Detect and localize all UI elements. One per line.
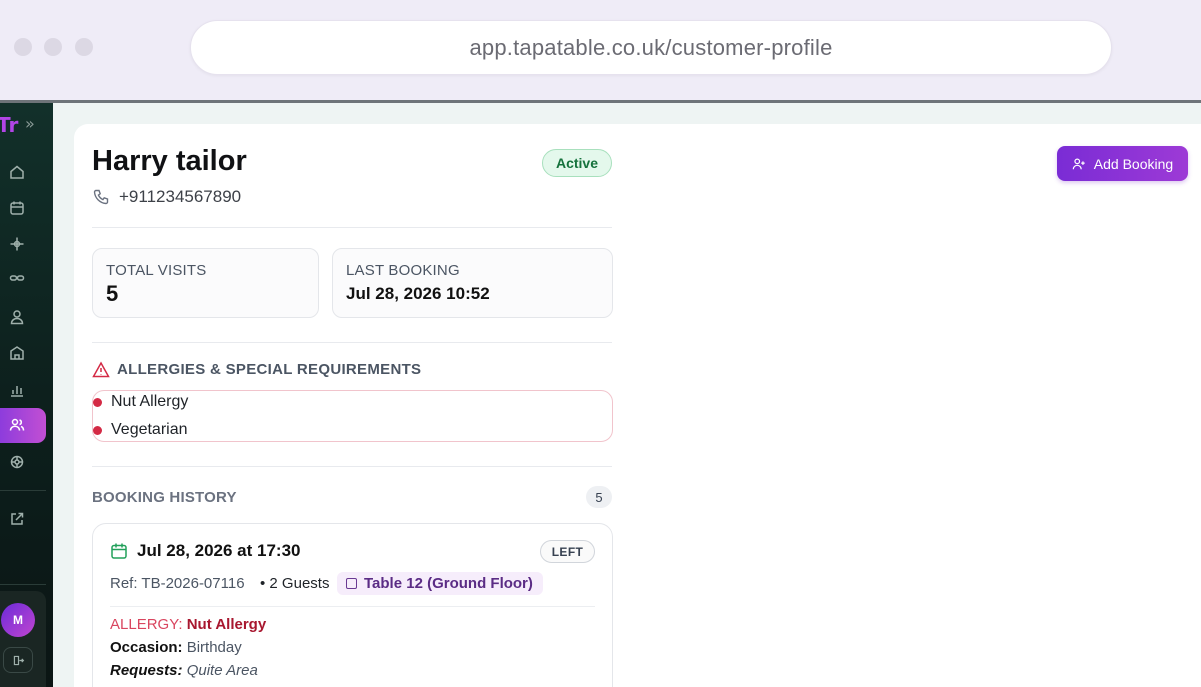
last-booking-card: LAST BOOKING Jul 28, 2026 10:52 bbox=[332, 248, 613, 318]
window-maximize-dot[interactable] bbox=[75, 38, 93, 56]
total-visits-card: TOTAL VISITS 5 bbox=[92, 248, 319, 318]
address-bar[interactable]: app.tapatable.co.uk/customer-profile bbox=[190, 20, 1112, 75]
sidebar-divider bbox=[0, 584, 46, 585]
status-badge: Active bbox=[542, 149, 612, 177]
home-icon[interactable] bbox=[8, 163, 26, 181]
booking-requests-value: Quite Area bbox=[186, 662, 258, 679]
divider bbox=[110, 606, 595, 607]
allergy-item-label: Vegetarian bbox=[111, 421, 188, 438]
browser-chrome: app.tapatable.co.uk/customer-profile bbox=[0, 0, 1201, 101]
allergies-title: ALLERGIES & SPECIAL REQUIREMENTS bbox=[117, 361, 422, 378]
expand-sidebar-icon[interactable]: » bbox=[25, 114, 35, 133]
customer-phone: +911234567890 bbox=[119, 187, 242, 206]
last-booking-label: LAST BOOKING bbox=[346, 262, 460, 279]
external-link-icon[interactable] bbox=[8, 510, 26, 528]
booking-requests-label: Requests: bbox=[110, 662, 183, 679]
url-text: app.tapatable.co.uk/customer-profile bbox=[469, 34, 833, 60]
add-user-icon bbox=[1072, 157, 1085, 169]
divider bbox=[92, 342, 612, 343]
booking-date: Jul 28, 2026 at 17:30 bbox=[137, 541, 301, 560]
logout-icon bbox=[13, 655, 24, 665]
add-booking-label: Add Booking bbox=[1093, 155, 1174, 172]
warning-icon bbox=[92, 361, 110, 378]
calendar-icon bbox=[111, 543, 127, 559]
booking-count-badge: 5 bbox=[586, 486, 612, 508]
sidebar: Tr » M bbox=[0, 103, 53, 687]
floorplan-icon[interactable] bbox=[8, 235, 26, 253]
bullet-icon bbox=[93, 397, 102, 407]
add-booking-button[interactable]: Add Booking bbox=[1057, 146, 1188, 181]
table-label: Table 12 (Ground Floor) bbox=[364, 575, 533, 592]
link-icon[interactable] bbox=[8, 269, 26, 287]
booking-ref: Ref: TB-2026-07116 bbox=[110, 575, 245, 592]
booking-allergy-label: ALLERGY: bbox=[110, 616, 183, 633]
divider bbox=[92, 227, 612, 228]
user-icon[interactable] bbox=[8, 308, 26, 326]
booking-guests: • 2 Guests bbox=[260, 575, 330, 592]
logout-button[interactable] bbox=[3, 647, 33, 673]
window-close-dot[interactable] bbox=[14, 38, 32, 56]
calendar-icon[interactable] bbox=[8, 199, 26, 217]
bullet-icon bbox=[93, 425, 102, 435]
customer-name: Harry tailor bbox=[92, 145, 247, 177]
table-chip: Table 12 (Ground Floor) bbox=[337, 572, 543, 595]
booking-occasion-value: Birthday bbox=[186, 639, 242, 656]
chart-icon[interactable] bbox=[8, 381, 26, 399]
allergy-item-label: Nut Allergy bbox=[111, 393, 189, 410]
last-booking-value: Jul 28, 2026 10:52 bbox=[346, 284, 490, 303]
booking-occasion: Occasion: Birthday bbox=[110, 639, 242, 656]
app-logo[interactable]: Tr bbox=[0, 113, 18, 137]
window-minimize-dot[interactable] bbox=[44, 38, 62, 56]
settings-icon[interactable] bbox=[8, 453, 26, 471]
booking-allergy-value: Nut Allergy bbox=[186, 616, 267, 633]
total-visits-value: 5 bbox=[106, 281, 119, 306]
booking-requests: Requests: Quite Area bbox=[110, 662, 258, 679]
booking-occasion-label: Occasion: bbox=[110, 639, 183, 656]
allergy-item: Vegetarian bbox=[93, 421, 188, 439]
allergy-item: Nut Allergy bbox=[93, 393, 188, 411]
total-visits-label: TOTAL VISITS bbox=[106, 262, 207, 279]
divider bbox=[92, 466, 612, 467]
avatar[interactable]: M bbox=[1, 603, 35, 637]
phone-icon bbox=[93, 189, 109, 205]
booking-allergy: ALLERGY: Nut Allergy bbox=[110, 616, 266, 633]
customers-icon[interactable] bbox=[8, 416, 26, 434]
building-icon[interactable] bbox=[8, 344, 26, 362]
booking-status-badge: LEFT bbox=[540, 540, 595, 563]
sidebar-divider bbox=[0, 490, 46, 491]
table-icon bbox=[346, 578, 357, 589]
booking-history-title: BOOKING HISTORY bbox=[92, 489, 237, 506]
